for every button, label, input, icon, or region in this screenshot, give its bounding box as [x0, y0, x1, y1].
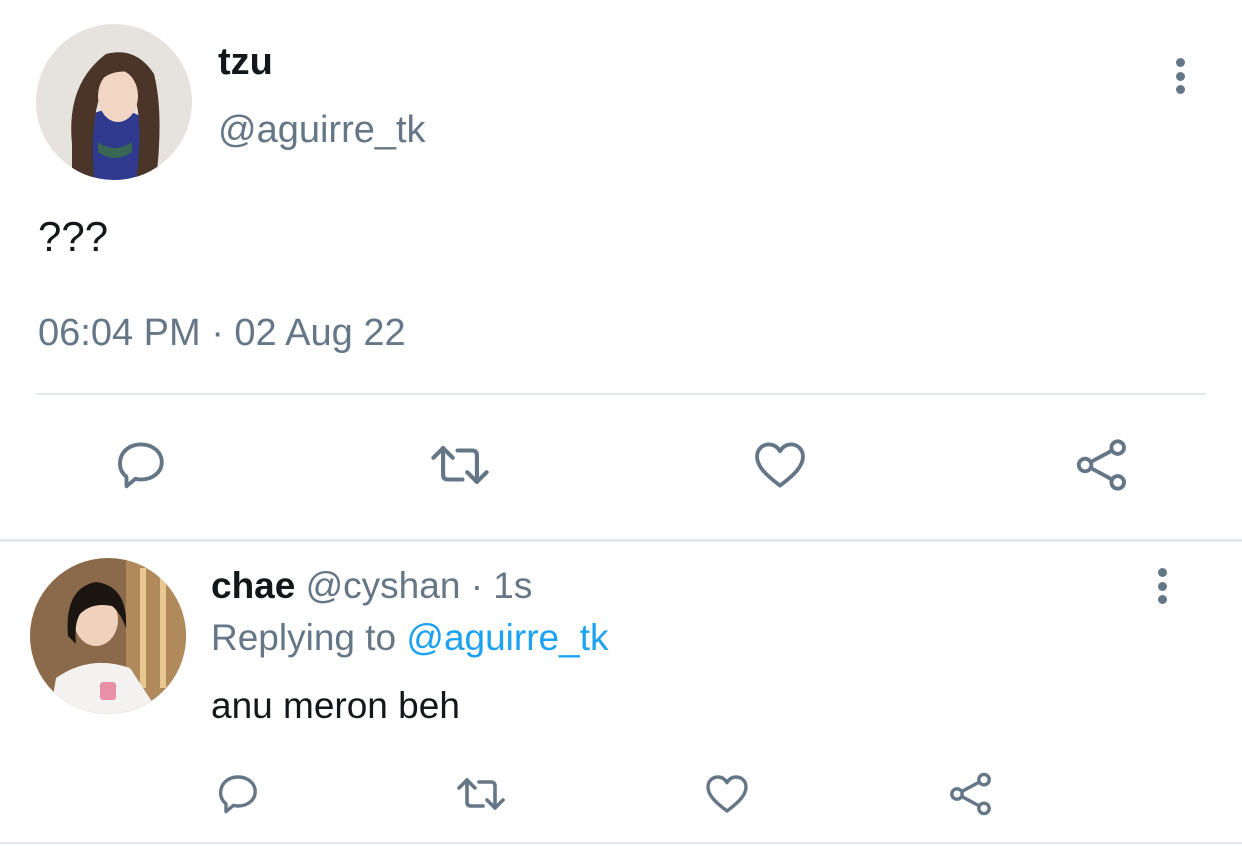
- reply-handle[interactable]: @cyshan: [306, 565, 461, 606]
- reply-button[interactable]: [112, 436, 170, 494]
- section-divider: [0, 539, 1242, 542]
- more-dot: [1157, 595, 1167, 604]
- more-dots-icon: [1175, 58, 1185, 67]
- reply-header: chae @cyshan · 1s: [211, 564, 532, 608]
- like-button[interactable]: [750, 436, 810, 494]
- more-options-button[interactable]: [1174, 58, 1186, 94]
- reply-more-options-button[interactable]: [1156, 568, 1168, 604]
- share-icon: [1076, 439, 1126, 491]
- replying-to-label: Replying to: [211, 617, 397, 658]
- reply-share-button[interactable]: [946, 770, 996, 818]
- reply-like-button[interactable]: [702, 770, 752, 818]
- retweet-icon: [431, 446, 489, 484]
- like-icon: [706, 775, 748, 813]
- divider: [36, 393, 1206, 395]
- share-icon: [950, 772, 991, 816]
- reply-reply-button[interactable]: [214, 770, 262, 818]
- reply-display-name[interactable]: chae: [211, 565, 295, 606]
- replying-to: Replying to @aguirre_tk: [211, 616, 608, 660]
- more-dots-icon: [1157, 568, 1167, 577]
- tweet-text: ???: [38, 213, 109, 260]
- tweet-timestamp[interactable]: 06:04 PM · 02 Aug 22: [38, 310, 406, 356]
- reply-text: anu meron beh: [211, 685, 460, 726]
- retweet-icon: [457, 778, 505, 810]
- author-avatar[interactable]: [36, 24, 192, 180]
- like-icon: [755, 442, 805, 488]
- more-dot: [1175, 85, 1185, 94]
- reply-icon: [218, 775, 257, 814]
- bottom-divider: [0, 842, 1242, 844]
- reply-author-avatar[interactable]: [30, 558, 186, 714]
- reply-icon: [118, 442, 164, 489]
- reply-age: · 1s: [470, 565, 533, 606]
- more-dot: [1175, 71, 1185, 81]
- retweet-button[interactable]: [428, 436, 492, 494]
- author-handle[interactable]: @aguirre_tk: [218, 108, 426, 152]
- replying-to-handle-link[interactable]: @aguirre_tk: [406, 617, 608, 658]
- reply-retweet-button[interactable]: [454, 770, 508, 818]
- author-display-name[interactable]: tzu: [218, 40, 273, 84]
- share-button[interactable]: [1072, 436, 1132, 494]
- more-dot: [1157, 581, 1167, 591]
